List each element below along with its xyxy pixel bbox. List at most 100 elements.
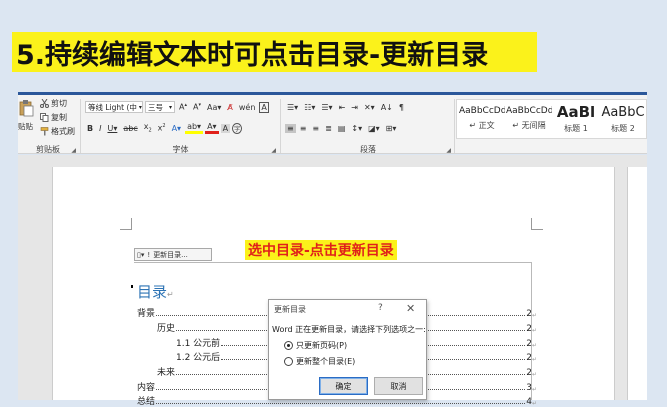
paragraph-row-1: ☰▾ ☷▾ ☰▾ ⇤ ⇥ ✕▾ A↓ ¶ (285, 100, 406, 114)
dialog-message: Word 正在更新目录，请选择下列选项之一: (272, 325, 426, 334)
clear-formatting-icon[interactable]: A̸ (225, 103, 234, 112)
superscript-icon[interactable]: x2 (156, 123, 168, 133)
numbering-icon[interactable]: ☷▾ (302, 103, 317, 112)
shading-icon[interactable]: ◪▾ (366, 124, 382, 133)
style-no-spacing[interactable]: AaBbCcDd ↵ 无间隔 (506, 106, 552, 138)
distributed-icon[interactable]: ▤ (336, 124, 348, 133)
font-dialog-launcher-icon[interactable]: ◢ (271, 147, 276, 154)
style-heading-1[interactable]: AaBl 标题 1 (553, 106, 599, 138)
ribbon-separator (454, 99, 455, 153)
toc-heading: 目录↵ (137, 283, 174, 301)
italic-icon[interactable]: I (97, 124, 103, 133)
radio-selected[interactable] (284, 341, 293, 350)
clipboard-group-label: 剪贴板 (36, 145, 60, 154)
strikethrough-icon[interactable]: abc (121, 124, 139, 133)
subscript-icon[interactable]: x2 (142, 122, 154, 134)
style-name: 标题 1 (564, 124, 588, 133)
ribbon-separator (280, 99, 281, 153)
paragraph-dialog-launcher-icon[interactable]: ◢ (446, 147, 451, 154)
chevron-down-icon: ▾ (168, 103, 172, 111)
copy-icon (40, 113, 49, 122)
paste-icon[interactable] (18, 99, 34, 117)
change-case-icon[interactable]: Aa▾ (205, 103, 223, 112)
toc-control-tab[interactable]: ▯▾ ! 更新目录... (134, 248, 212, 261)
font-group: 等线 Light (中 ▾ 三号 ▾ A▴ A▾ Aa▾ A̸ wén A B … (83, 95, 278, 157)
font-name-value: 等线 Light (中 (88, 102, 137, 112)
refresh-icon: ! (147, 250, 151, 259)
font-name-select[interactable]: 等线 Light (中 ▾ (85, 101, 143, 113)
update-toc-dialog: 更新目录 ? ✕ Word 正在更新目录，请选择下列选项之一: 只更新页码(P)… (268, 299, 427, 400)
shrink-font-icon[interactable]: A▾ (191, 102, 203, 112)
copy-label: 复制 (51, 113, 67, 122)
cut-label: 剪切 (51, 99, 67, 108)
ok-button[interactable]: 确定 (319, 377, 368, 395)
decrease-indent-icon[interactable]: ⇤ (337, 103, 348, 112)
text-effects-icon[interactable]: A▾ (170, 124, 184, 133)
style-normal[interactable]: AaBbCcDd ↵ 正文 (459, 106, 505, 138)
grow-font-icon[interactable]: A▴ (177, 102, 189, 112)
sort-icon[interactable]: A↓ (379, 103, 395, 112)
highlight-color-icon[interactable]: ab▾ (185, 122, 204, 134)
update-toc-button[interactable]: 更新目录... (153, 250, 188, 260)
close-icon[interactable]: ✕ (406, 302, 415, 315)
chinese-layout-icon[interactable]: ✕▾ (362, 103, 377, 112)
chevron-down-icon: ▾ (138, 103, 142, 111)
clipboard-group: 贴贴 剪切 复制 格式刷 剪贴板 ◢ (18, 95, 78, 157)
font-size-select[interactable]: 三号 ▾ (145, 101, 175, 113)
underline-icon[interactable]: U▾ (105, 124, 119, 133)
option-update-page-numbers[interactable]: 只更新页码(P) (284, 340, 347, 351)
crop-mark (120, 218, 132, 230)
align-right-icon[interactable]: ≡ (310, 124, 321, 133)
cut-button[interactable]: 剪切 (40, 98, 67, 109)
style-sample: AaBl (556, 106, 596, 119)
text-cursor (131, 285, 133, 288)
phonetic-guide-icon[interactable]: wén (237, 103, 258, 112)
paragraph-row-2: ≡ ≡ ≡ ≣ ▤ ↕▾ ◪▾ ⊞▾ (285, 121, 398, 135)
ribbon-separator (80, 99, 81, 153)
style-name: ↵ 无间隔 (512, 121, 546, 130)
option-label: 只更新页码(P) (296, 341, 348, 350)
style-heading-2[interactable]: AaBbC 标题 2 (600, 106, 646, 138)
font-row-1: 等线 Light (中 ▾ 三号 ▾ A▴ A▾ Aa▾ A̸ wén A (85, 100, 269, 114)
instruction-annotation: 选中目录-点击更新目录 (245, 240, 397, 260)
style-sample: AaBbC (601, 106, 645, 119)
cancel-button[interactable]: 取消 (374, 377, 423, 395)
style-sample: AaBbCcDd (506, 106, 552, 116)
justify-icon[interactable]: ≣ (323, 124, 334, 133)
tutorial-banner: 5.持续编辑文本时可点击目录-更新目录 (12, 32, 537, 72)
increase-indent-icon[interactable]: ⇥ (349, 103, 360, 112)
crop-mark (531, 218, 543, 230)
radio-unselected[interactable] (284, 357, 293, 366)
help-icon[interactable]: ? (378, 303, 383, 313)
character-shading-icon[interactable]: A (220, 123, 231, 133)
font-size-value: 三号 (148, 102, 163, 112)
paragraph-group: ☰▾ ☷▾ ☰▾ ⇤ ⇥ ✕▾ A↓ ¶ ≡ ≡ ≡ ≣ ▤ ↕▾ ◪▾ ⊞▾ … (283, 95, 453, 157)
show-marks-icon[interactable]: ¶ (397, 103, 406, 112)
dialog-title: 更新目录 (274, 305, 306, 314)
next-page-edge (627, 167, 647, 400)
align-left-icon[interactable]: ≡ (285, 123, 296, 133)
style-sample: AaBbCcDd (459, 106, 505, 116)
bold-icon[interactable]: B (85, 124, 95, 133)
toc-options-icon[interactable]: ▯▾ (137, 251, 144, 259)
line-spacing-icon[interactable]: ↕▾ (349, 124, 364, 133)
option-update-entire-table[interactable]: 更新整个目录(E) (284, 356, 355, 367)
borders-icon[interactable]: ⊞▾ (384, 124, 399, 133)
bullets-icon[interactable]: ☰▾ (285, 103, 300, 112)
style-name: ↵ 正文 (469, 121, 495, 130)
banner-title: 5.持续编辑文本时可点击目录-更新目录 (16, 39, 489, 71)
align-center-icon[interactable]: ≡ (298, 124, 309, 133)
font-color-icon[interactable]: A▾ (205, 122, 219, 134)
multilevel-list-icon[interactable]: ☰▾ (319, 103, 334, 112)
ribbon: 贴贴 剪切 复制 格式刷 剪贴板 ◢ 等线 Light (中 ▾ 三号 ▾ A▴… (18, 92, 647, 154)
format-painter-icon (40, 127, 49, 136)
copy-button[interactable]: 复制 (40, 112, 67, 123)
option-label: 更新整个目录(E) (296, 357, 356, 366)
clipboard-dialog-launcher-icon[interactable]: ◢ (71, 147, 76, 154)
character-border-icon[interactable]: A (259, 101, 269, 113)
paste-button-label[interactable]: 贴贴 (18, 121, 33, 132)
format-painter-button[interactable]: 格式刷 (40, 126, 75, 137)
font-group-label: 字体 (172, 145, 189, 154)
enclose-characters-icon[interactable]: 字 (232, 122, 243, 134)
styles-gallery: AaBbCcDd ↵ 正文 AaBbCcDd ↵ 无间隔 AaBl 标题 1 A… (456, 99, 647, 139)
